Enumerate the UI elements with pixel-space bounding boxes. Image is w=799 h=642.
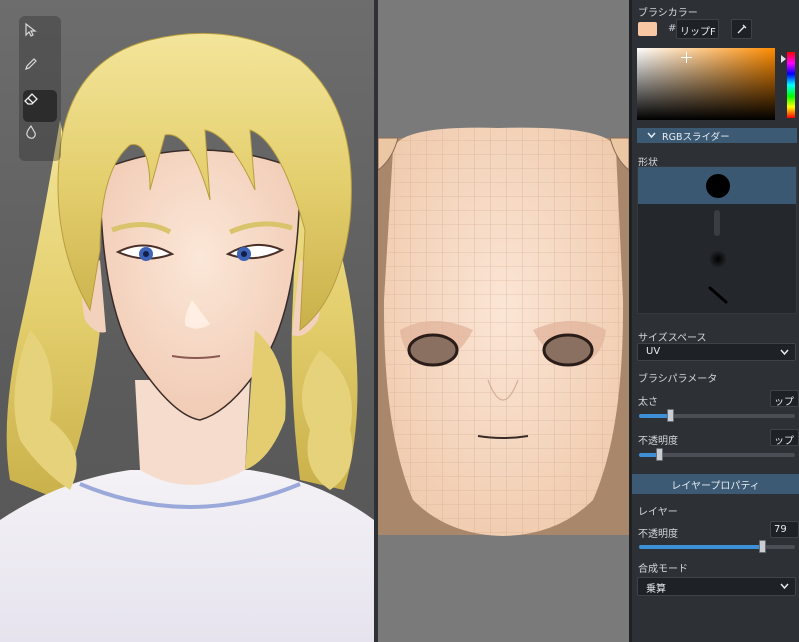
eraser-tool-button[interactable] <box>23 90 57 122</box>
model-viewport[interactable] <box>0 0 374 642</box>
chevron-down-icon <box>780 349 789 356</box>
thickness-label: 太さ <box>638 397 658 408</box>
uv-texture-map <box>378 127 629 536</box>
brush-airbrush[interactable] <box>638 241 796 278</box>
blend-mode-select[interactable]: 乗算 <box>637 577 796 596</box>
brush-hard-round[interactable] <box>638 167 796 204</box>
rgb-slider-label: RGBスライダー <box>662 131 730 143</box>
brush-opacity-slider[interactable] <box>639 448 795 461</box>
blur-tool-button[interactable] <box>23 124 57 156</box>
size-space-select[interactable]: UV <box>637 343 796 361</box>
uv-texture-viewport[interactable] <box>378 0 629 642</box>
eraser-icon <box>24 93 38 105</box>
size-space-value: UV <box>646 346 661 357</box>
select-tool-button[interactable] <box>23 22 57 54</box>
layer-opacity-slider-thumb[interactable] <box>759 540 767 553</box>
layer-opacity-slider-fill <box>639 545 763 549</box>
brush-soft-dash[interactable] <box>638 204 796 241</box>
tool-palette <box>19 16 61 161</box>
rgb-slider-section[interactable]: RGBスライダー <box>637 128 797 143</box>
chevron-down-icon <box>780 583 789 590</box>
layer-opacity-label: 不透明度 <box>638 529 678 540</box>
brush-color-title: ブラシカラー <box>638 8 698 19</box>
saturation-value-picker[interactable] <box>637 48 775 120</box>
blend-mode-label: 合成モード <box>638 564 688 575</box>
blend-mode-value: 乗算 <box>646 584 666 595</box>
eyedropper-icon <box>737 24 746 34</box>
pencil-tool-button[interactable] <box>23 56 57 88</box>
color-picker-cursor[interactable] <box>681 52 692 63</box>
blur-drop-icon <box>26 124 36 139</box>
brush-color-swatch[interactable] <box>638 22 657 36</box>
brush-opacity-label: 不透明度 <box>638 436 678 447</box>
thickness-slider[interactable] <box>639 409 795 422</box>
pencil-icon <box>25 58 37 70</box>
thickness-value-input[interactable]: ップ <box>770 390 799 407</box>
brush-params-label: ブラシパラメータ <box>638 374 718 385</box>
soft-dash-brush-icon <box>714 210 720 236</box>
hue-slider[interactable] <box>787 52 795 118</box>
brush-slant-line[interactable] <box>638 278 796 315</box>
properties-panel: ブラシカラー # リップF RGBスライダー 形状 サイズスペース UV ブラシ… <box>632 0 799 642</box>
layer-opacity-slider[interactable] <box>639 540 795 553</box>
brush-shape-list <box>637 166 797 314</box>
slant-line-brush-icon <box>708 286 728 304</box>
select-arrow-icon <box>25 22 37 37</box>
hex-color-input[interactable]: リップF <box>676 19 719 39</box>
thickness-slider-thumb[interactable] <box>667 409 675 422</box>
eyedropper-button[interactable] <box>731 19 752 39</box>
airbrush-brush-icon <box>709 250 727 268</box>
size-space-label: サイズスペース <box>638 333 707 344</box>
layer-opacity-value-input[interactable]: 79 <box>770 521 799 538</box>
brush-opacity-slider-thumb[interactable] <box>656 448 664 461</box>
chevron-down-icon <box>647 132 656 139</box>
layer-properties-header[interactable]: レイヤープロパティ <box>632 474 799 494</box>
layer-label: レイヤー <box>638 507 678 518</box>
hard-round-brush-icon <box>706 174 730 198</box>
hue-arrow-icon <box>781 55 786 63</box>
brush-opacity-value-input[interactable]: ップ <box>770 429 799 446</box>
thickness-slider-fill <box>639 414 671 418</box>
